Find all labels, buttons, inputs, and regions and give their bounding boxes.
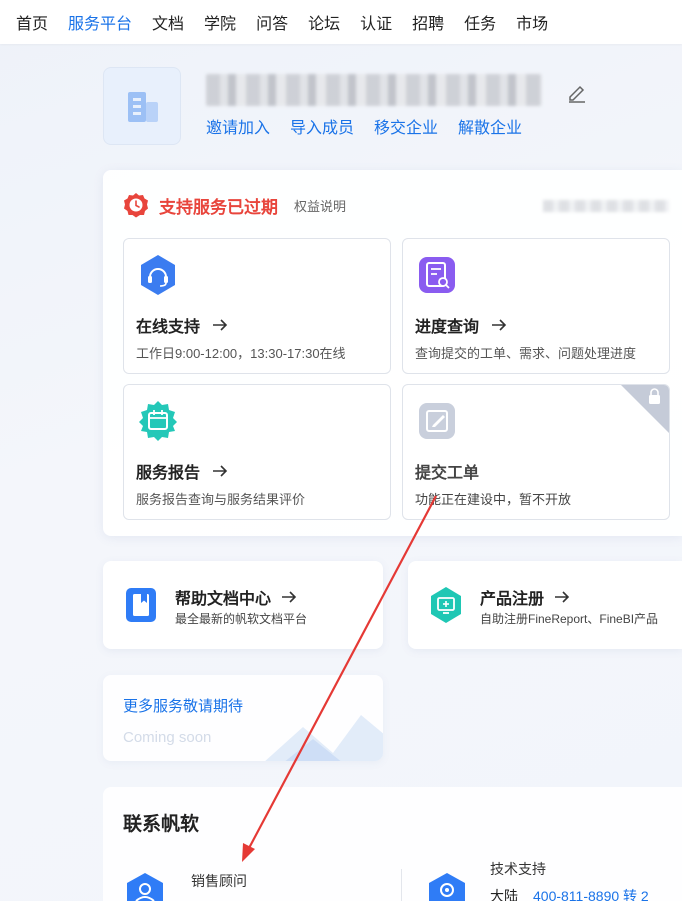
help-doc-desc: 最全最新的帆软文档平台 xyxy=(175,612,308,626)
sales-advisor-icon xyxy=(127,873,163,901)
nav-item-docs[interactable]: 文档 xyxy=(152,10,184,34)
expired-clock-icon xyxy=(124,193,148,218)
top-nav: 首页 服务平台 文档 学院 问答 论坛 认证 招聘 任务 市场 xyxy=(0,0,682,44)
online-support-card[interactable]: 在线支持 工作日9:00-12:00，13:30-17:30在线 xyxy=(123,238,391,374)
contact-panel: 联系帆软 销售顾问 技术支持 大陆 400-811-8890 转 2 xyxy=(103,787,682,901)
calendar-icon xyxy=(139,401,177,441)
support-status-title: 支持服务已过期 xyxy=(159,197,278,217)
edit-icon[interactable] xyxy=(566,82,588,104)
submit-ticket-card: 提交工单 功能正在建设中，暂不开放 xyxy=(402,384,670,520)
support-status: 支持服务已过期 权益说明 xyxy=(123,192,346,218)
service-report-title: 服务报告 xyxy=(136,465,201,482)
sales-advisor-label: 销售顾问 xyxy=(191,873,247,889)
service-report-card[interactable]: 服务报告 服务报告查询与服务结果评价 xyxy=(123,384,391,520)
submit-ticket-desc: 功能正在建设中，暂不开放 xyxy=(415,492,572,507)
nav-item-jobs[interactable]: 招聘 xyxy=(412,10,444,34)
tech-support-label: 技术支持 xyxy=(490,861,546,877)
help-doc-title: 帮助文档中心 xyxy=(175,591,272,608)
transfer-enterprise-link[interactable]: 移交企业 xyxy=(374,114,438,138)
help-doc-center-card[interactable]: 帮助文档中心 最全最新的帆软文档平台 xyxy=(103,561,383,649)
arrow-right-icon xyxy=(492,319,507,331)
nav-item-qa[interactable]: 问答 xyxy=(256,10,288,34)
progress-query-title: 进度查询 xyxy=(415,319,480,336)
arrow-right-icon xyxy=(213,319,228,331)
headset-icon xyxy=(141,255,175,295)
coming-soon-subtitle: Coming soon xyxy=(123,729,212,746)
nav-item-market[interactable]: 市场 xyxy=(516,10,548,34)
product-registration-title: 产品注册 xyxy=(480,591,545,608)
product-registration-desc: 自助注册FineReport、FineBI产品 xyxy=(480,612,659,626)
progress-query-card[interactable]: 进度查询 查询提交的工单、需求、问题处理进度 xyxy=(402,238,670,374)
enterprise-name-redacted xyxy=(206,74,542,106)
enterprise-actions: 邀请加入 导入成员 移交企业 解散企业 xyxy=(206,114,542,138)
nav-item-service-platform[interactable]: 服务平台 xyxy=(68,10,132,34)
book-icon xyxy=(126,588,156,622)
enterprise-logo xyxy=(103,67,181,145)
building-icon xyxy=(128,92,158,122)
invite-join-link[interactable]: 邀请加入 xyxy=(206,114,270,138)
tech-support-region: 大陆 xyxy=(490,888,518,901)
dissolve-enterprise-link[interactable]: 解散企业 xyxy=(458,114,522,138)
arrow-right-icon xyxy=(282,591,297,603)
tech-support-phone[interactable]: 400-811-8890 转 2 xyxy=(533,886,649,901)
edit-form-icon xyxy=(419,403,455,439)
arrow-right-icon xyxy=(555,591,570,603)
service-report-desc: 服务报告查询与服务结果评价 xyxy=(136,492,306,507)
online-support-desc: 工作日9:00-12:00，13:30-17:30在线 xyxy=(136,346,346,361)
document-search-icon xyxy=(419,257,455,293)
coming-soon-title: 更多服务敬请期待 xyxy=(123,698,244,715)
tech-support-icon xyxy=(429,873,465,901)
submit-ticket-title: 提交工单 xyxy=(415,465,480,482)
lock-icon xyxy=(621,385,669,433)
nav-item-home[interactable]: 首页 xyxy=(16,10,48,34)
register-screen-icon xyxy=(431,587,461,623)
support-service-panel: 支持服务已过期 权益说明 在线支持 工作日9:00-12:00，13:30-17… xyxy=(103,170,682,536)
nav-item-certification[interactable]: 认证 xyxy=(360,10,392,34)
nav-item-academy[interactable]: 学院 xyxy=(204,10,236,34)
progress-query-desc: 查询提交的工单、需求、问题处理进度 xyxy=(415,346,637,361)
contact-title: 联系帆软 xyxy=(123,814,200,835)
contact-divider xyxy=(401,869,402,901)
coming-soon-card: 更多服务敬请期待 Coming soon xyxy=(103,675,383,761)
product-registration-card[interactable]: 产品注册 自助注册FineReport、FineBI产品 xyxy=(408,561,682,649)
nav-item-tasks[interactable]: 任务 xyxy=(464,10,496,34)
rights-description-link[interactable]: 权益说明 xyxy=(294,196,346,215)
nav-item-forum[interactable]: 论坛 xyxy=(308,10,340,34)
arrow-right-icon xyxy=(213,465,228,477)
mountain-decoration-icon xyxy=(265,715,383,761)
online-support-title: 在线支持 xyxy=(136,319,201,336)
import-members-link[interactable]: 导入成员 xyxy=(290,114,354,138)
redacted-info xyxy=(543,200,669,212)
